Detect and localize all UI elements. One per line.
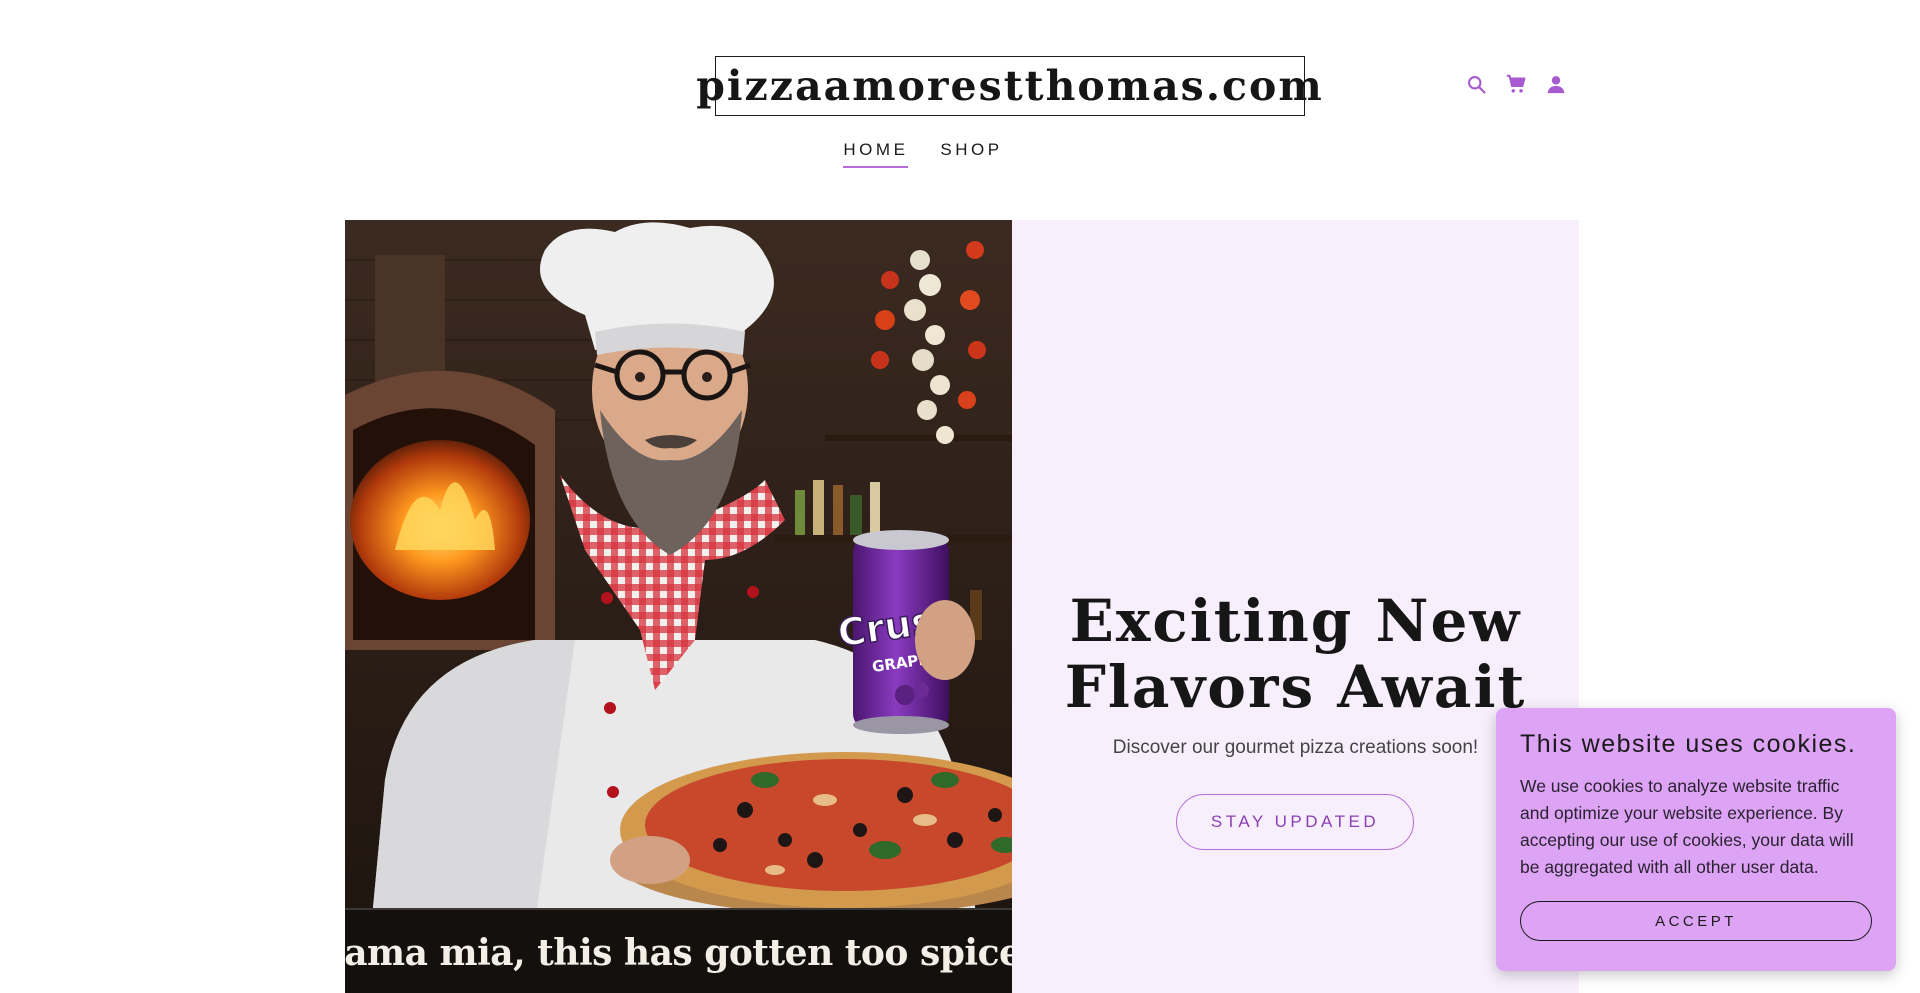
hero-title: Exciting New Flavors Await <box>1012 588 1579 720</box>
hero-section: Crush GRAPE mama mia, this has gotten to… <box>345 220 1579 993</box>
cart-icon[interactable] <box>1504 72 1528 96</box>
hero-title-line-2: Flavors Await <box>1064 653 1527 721</box>
search-icon[interactable] <box>1464 72 1488 96</box>
hero-panel: Exciting New Flavors Await Discover our … <box>1012 220 1579 993</box>
cookie-title: This website uses cookies. <box>1520 730 1857 758</box>
account-icon[interactable] <box>1544 72 1568 96</box>
site-logo[interactable]: pizzaamorestthomas.com <box>696 56 1322 116</box>
header-icons <box>1464 72 1568 96</box>
cookie-banner: This website uses cookies. We use cookie… <box>1496 708 1896 971</box>
hero-image: Crush GRAPE mama mia, this has gotten to… <box>345 220 1012 993</box>
accept-cookies-button[interactable]: ACCEPT <box>1520 901 1872 941</box>
stay-updated-button[interactable]: STAY UPDATED <box>1176 794 1414 850</box>
hero-subtitle: Discover our gourmet pizza creations soo… <box>1112 737 1479 758</box>
cookie-body: We use cookies to analyze website traffi… <box>1520 776 1854 877</box>
image-caption: mama mia, this has gotten too spicey, <box>345 932 1012 974</box>
image-caption-band: mama mia, this has gotten too spicey, <box>345 908 1012 993</box>
site-logo-text: pizzaamorestthomas.com <box>696 62 1324 110</box>
site-header: pizzaamorestthomas.com HOME SHOP <box>0 0 1920 200</box>
hero-title-line-1: Exciting New <box>1069 587 1522 655</box>
main-nav: HOME SHOP <box>0 140 1883 168</box>
chef-photo: Crush GRAPE <box>345 220 1012 993</box>
nav-item-shop[interactable]: SHOP <box>940 140 1002 168</box>
nav-item-home[interactable]: HOME <box>843 140 909 168</box>
